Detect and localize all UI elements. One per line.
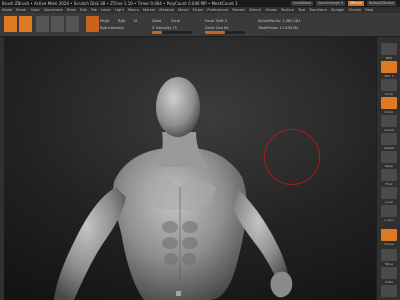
- lsym-button[interactable]: [381, 205, 397, 217]
- title-bar-buttons: QuickSave See-through 0 Menus DefaultZSc…: [290, 1, 396, 6]
- frame-button[interactable]: [381, 229, 397, 241]
- bpr-button[interactable]: [381, 43, 397, 55]
- total-points: TotalPoints: 11.635 Mil: [258, 26, 299, 30]
- scale-button[interactable]: [51, 16, 64, 32]
- scroll-button[interactable]: [381, 79, 397, 91]
- draw-size-label: Draw Size 64: [205, 26, 229, 30]
- edit-button[interactable]: [4, 16, 17, 32]
- top-shelf: Mrgb Rgb M Rgb Intensity Zadd Zsub Z Int…: [0, 13, 400, 37]
- frame-label: Frame: [384, 242, 394, 246]
- zbrush-window: Brush ZBrush • Active Mem 2024 • Scratch…: [0, 0, 400, 300]
- active-points: ActivePoints: 2,380,181: [258, 19, 301, 23]
- persp-button[interactable]: [381, 151, 397, 163]
- menus-button[interactable]: Menus: [348, 1, 364, 6]
- quicksave-button[interactable]: QuickSave: [290, 1, 314, 6]
- move-button[interactable]: [36, 16, 49, 32]
- brush-cursor: [264, 129, 320, 185]
- rotate-button[interactable]: [66, 16, 79, 32]
- sculpt-figure: [54, 77, 293, 300]
- canvas-viewport[interactable]: [4, 37, 376, 300]
- aahalf-button[interactable]: [381, 133, 397, 145]
- focal-shift-label: Focal Shift 0: [205, 19, 228, 23]
- material-button[interactable]: [86, 16, 99, 32]
- zadd-button[interactable]: Zadd: [152, 19, 161, 23]
- zoom-button[interactable]: [381, 97, 397, 109]
- spix-button[interactable]: [381, 61, 397, 73]
- lsym-label: L.Sym: [384, 218, 394, 222]
- zoom-label: Zoom: [384, 110, 394, 114]
- bpr-label: BPR: [386, 56, 392, 60]
- move-view-button[interactable]: [381, 249, 397, 261]
- window-title: Brush ZBrush • Active Mem 2024 • Scratch…: [2, 1, 238, 6]
- move-view-label: Move: [384, 262, 394, 266]
- rotate-view-button[interactable]: [381, 285, 397, 297]
- draw-size-slider[interactable]: [205, 31, 245, 34]
- rgb-intensity-label: Rgb Intensity: [100, 26, 124, 30]
- mrgb-button[interactable]: Mrgb: [100, 19, 109, 23]
- rgb-button[interactable]: Rgb: [118, 19, 125, 23]
- local-button[interactable]: [381, 187, 397, 199]
- local-label: Local: [385, 200, 393, 204]
- aahalf-label: AAHalf: [383, 146, 395, 150]
- draw-button[interactable]: [19, 16, 32, 32]
- default-zscript-button[interactable]: DefaultZScript: [366, 1, 396, 6]
- persp-label: Persp: [384, 164, 394, 168]
- scale-view-label: Scale: [384, 280, 394, 284]
- zsub-button[interactable]: Zsub: [171, 19, 180, 23]
- actual-label: Actual: [384, 128, 394, 132]
- spix-label: SPix 3: [384, 74, 394, 78]
- actual-button[interactable]: [381, 115, 397, 127]
- scroll-label: Scroll: [384, 92, 394, 96]
- z-intensity-slider[interactable]: [152, 31, 192, 34]
- m-button[interactable]: M: [134, 19, 137, 23]
- right-shelf: BPR SPix 3 Scroll Zoom Actual AAHalf Per…: [376, 37, 400, 300]
- title-bar: Brush ZBrush • Active Mem 2024 • Scratch…: [0, 0, 400, 7]
- floor-button[interactable]: [381, 169, 397, 181]
- scale-view-button[interactable]: [381, 267, 397, 279]
- z-intensity-label: Z Intensity 25: [152, 26, 177, 30]
- floor-label: Floor: [385, 182, 393, 186]
- see-through-button[interactable]: See-through 0: [316, 1, 346, 6]
